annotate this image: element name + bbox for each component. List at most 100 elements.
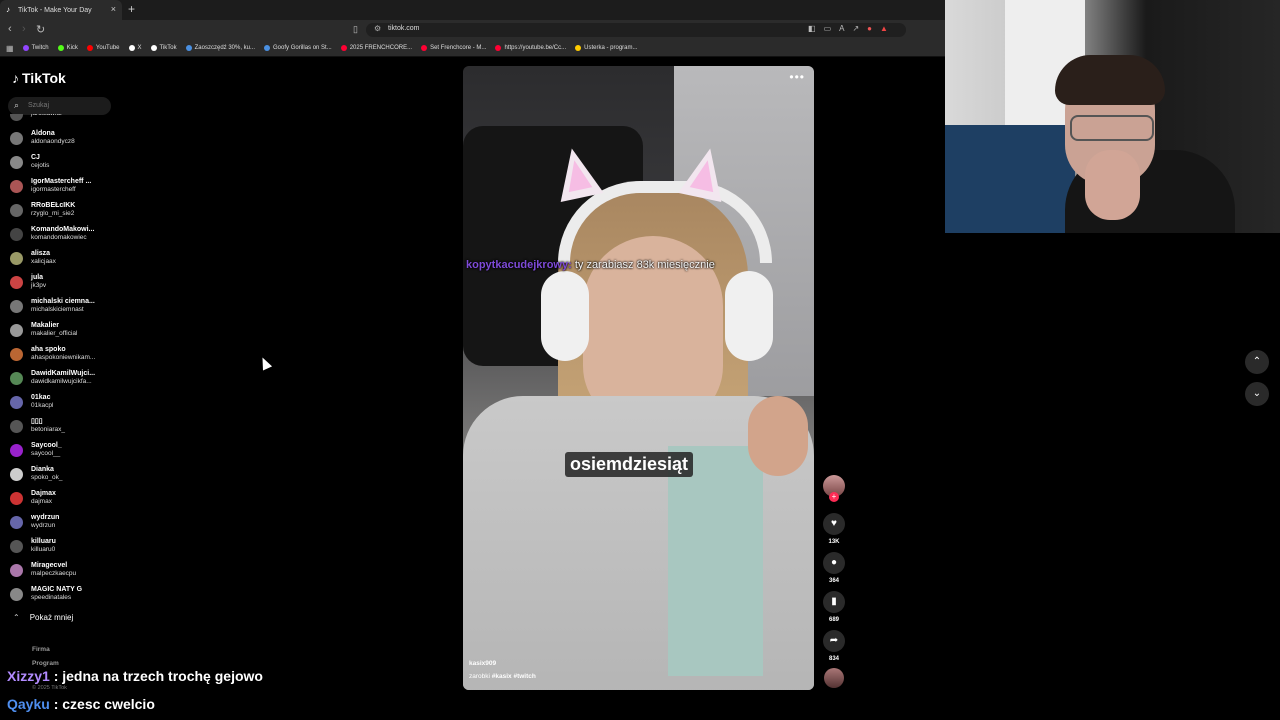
bookmark-label: 2025 FRENCHCORE...	[349, 45, 413, 51]
site-info-icon[interactable]: ⚙	[374, 24, 381, 33]
save-count: 689	[828, 617, 839, 623]
video-author[interactable]: kasix909	[469, 660, 496, 667]
previous-video-button[interactable]: ⌃	[1245, 350, 1269, 374]
webcam-bed	[945, 125, 1075, 233]
more-options-icon[interactable]: •••	[789, 70, 805, 84]
url-text[interactable]: tiktok.com	[388, 25, 420, 32]
bookmark-item[interactable]: https://youtube.be/Cc...	[495, 45, 566, 51]
video-headphone-cup-right	[725, 271, 773, 361]
video-hashtags[interactable]: #kasix #twitch	[492, 673, 536, 680]
following-item[interactable]: Dianka spoko_ok_	[10, 462, 120, 486]
following-item[interactable]: wydrzun wydrzun	[10, 510, 120, 534]
bookmark-icon[interactable]: ▯	[353, 24, 358, 35]
following-name: IgorMastercheff ...	[31, 178, 92, 185]
extension-icon[interactable]: ◧	[808, 24, 816, 33]
following-username: wydrzun	[31, 522, 56, 529]
following-item[interactable]: michalski ciemna... michalskiciemnast	[10, 294, 120, 318]
bookmark-item[interactable]: Twitch	[22, 45, 49, 51]
following-item[interactable]: Miragecvel malpeczkaecpu	[10, 558, 120, 582]
following-item[interactable]: IgorMastercheff ... igormastercheff	[10, 174, 120, 198]
following-name: ▯▯▯	[31, 418, 43, 425]
apps-grid-icon[interactable]: ▦	[6, 44, 14, 53]
bookmark-item[interactable]: TikTok	[150, 45, 177, 51]
browser-tab[interactable]: ♪ TikTok - Make Your Day ×	[0, 0, 122, 20]
stream-chat-user: Qayku	[7, 696, 50, 712]
next-video-button[interactable]: ⌄	[1245, 382, 1269, 406]
comment-icon: ●	[830, 557, 838, 568]
chevron-down-icon: ⌄	[1252, 388, 1262, 399]
browser-toolbar: ‹ › ↻ ▯ ⚙ tiktok.com ◧ ▭ A ↗ ● ▲	[0, 20, 945, 40]
following-item[interactable]: alisza xalicjaax	[10, 246, 120, 270]
following-username: 01kacpl	[31, 402, 54, 409]
extension-icon[interactable]: ●	[867, 24, 872, 33]
bookmark-label: Goofy Gorillas on St...	[273, 45, 332, 51]
alert-icon[interactable]: ▲	[880, 24, 888, 33]
bookmark-item[interactable]: Goofy Gorillas on St...	[264, 45, 332, 51]
following-list: jaroslawk2Aldonaaldonaondycz8CJcejotisIg…	[10, 114, 120, 608]
avatar	[10, 203, 23, 217]
footer-link-firma[interactable]: Firma	[32, 646, 50, 653]
following-item[interactable]: Makalier makalier_official	[10, 318, 120, 342]
like-button[interactable]: ♥	[823, 513, 845, 535]
bookmark-favicon-icon	[575, 45, 582, 51]
video-player[interactable]: kopytkacudejkrowy: ty zarabiasz 83k mies…	[463, 66, 814, 690]
webcam-hand	[1085, 150, 1140, 220]
bookmark-favicon-icon	[185, 45, 192, 51]
following-item[interactable]: DawidKamilWujci... dawidkamilwujcikfa...	[10, 366, 120, 390]
following-item[interactable]: RRoBEŁcIKK rzyglo_mi_sie2	[10, 198, 120, 222]
video-chat-user: kopytkacudejkrowy:	[466, 259, 572, 271]
new-tab-button[interactable]: +	[128, 2, 135, 16]
search-input[interactable]: ⌕ Szukaj	[8, 97, 111, 115]
following-item[interactable]: ▯▯▯ betoniarax_	[10, 414, 120, 438]
avatar	[10, 539, 23, 553]
footer-link-program[interactable]: Program	[32, 660, 59, 667]
following-item[interactable]: Dajmax dajmax	[10, 486, 120, 510]
following-item[interactable]: jaroslawk2	[10, 114, 120, 126]
cast-icon[interactable]: ▭	[824, 24, 832, 33]
back-icon[interactable]: ‹	[8, 23, 12, 35]
following-item[interactable]: CJ cejotis	[10, 150, 120, 174]
following-name: MAGIC NATY G	[31, 586, 83, 593]
following-item[interactable]: MAGIC NATY Gspeedinatales	[10, 582, 120, 606]
bookmark-item[interactable]: Set Frenchcore - M...	[421, 45, 486, 51]
bookmark-item[interactable]: Zaoszczędź 30%, ku...	[185, 45, 255, 51]
comment-button[interactable]: ●	[823, 552, 845, 574]
save-button[interactable]: ▮	[823, 591, 845, 613]
avatar	[10, 299, 23, 313]
avatar	[10, 155, 23, 169]
following-item[interactable]: Saycool_ saycool__	[10, 438, 120, 462]
translate-icon[interactable]: A	[839, 24, 844, 33]
following-name: Aldona	[31, 130, 55, 137]
bookmark-item[interactable]: YouTube	[86, 45, 120, 51]
stream-chat-text: : jedna na trzech trochę gejowo	[53, 668, 263, 684]
tab-close-icon[interactable]: ×	[111, 4, 116, 14]
following-item[interactable]: 01kac 01kacpl	[10, 390, 120, 414]
bookmark-label: Kick	[66, 45, 78, 51]
bookmark-item[interactable]: 2025 FRENCHCORE...	[340, 45, 413, 51]
share-button[interactable]: ➦	[823, 630, 845, 652]
following-item[interactable]: Aldona aldonaondycz8	[10, 126, 120, 150]
share-icon[interactable]: ↗	[852, 24, 859, 33]
following-username: ahaspokoniewnikam...	[31, 354, 96, 361]
tiktok-logo[interactable]: ♪ TikTok	[12, 70, 66, 86]
reload-icon[interactable]: ↻	[36, 23, 45, 36]
follow-plus-icon[interactable]: +	[829, 492, 839, 502]
bookmark-label: Set Frenchcore - M...	[430, 45, 487, 51]
bookmark-item[interactable]: Usterka - program...	[575, 45, 638, 51]
following-name: killuaru	[31, 538, 56, 545]
video-headphone-cup-left	[541, 271, 589, 361]
bookmark-label: YouTube	[95, 45, 120, 51]
following-item[interactable]: KomandoMakowi... komandomakowiec	[10, 222, 120, 246]
bookmark-item[interactable]: X	[128, 45, 142, 51]
show-less-button[interactable]: ⌃ Pokaż mniej	[13, 613, 73, 622]
bookmark-item[interactable]: Kick	[57, 45, 78, 51]
following-name: wydrzun	[31, 514, 60, 521]
music-disc-avatar[interactable]	[824, 668, 844, 688]
following-username: saycool__	[31, 450, 61, 457]
mouse-cursor-icon	[257, 355, 273, 371]
following-item[interactable]: aha spoko ahaspokoniewnikam...	[10, 342, 120, 366]
following-item[interactable]: killuaru killuaru0	[10, 534, 120, 558]
following-item[interactable]: jula jk3pv	[10, 270, 120, 294]
forward-icon[interactable]: ›	[22, 23, 26, 35]
avatar	[10, 275, 23, 289]
